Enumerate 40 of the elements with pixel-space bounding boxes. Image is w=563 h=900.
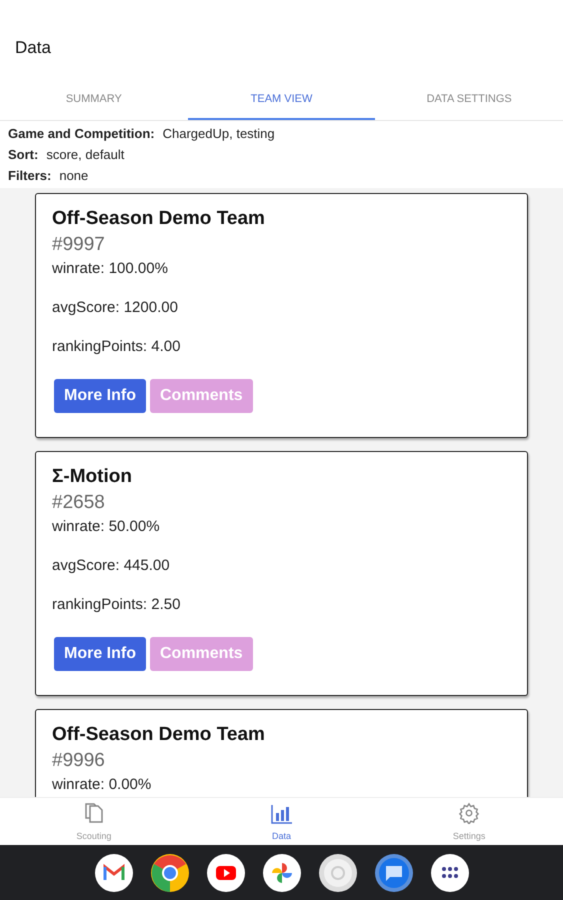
info-value: none (59, 166, 88, 185)
info-label: Game and Competition: (8, 124, 155, 143)
team-name: Σ-Motion (52, 465, 133, 489)
more-info-button[interactable]: More Info (54, 379, 146, 413)
pinwheel-icon[interactable] (262, 854, 300, 892)
documents-icon (84, 802, 104, 824)
team-stat: rankingPoints: 2.50 (52, 595, 180, 615)
nav-item[interactable]: Settings (375, 798, 563, 845)
message-icon[interactable] (374, 854, 412, 892)
tab[interactable]: SUMMARY (0, 80, 188, 120)
comments-button[interactable]: Comments (150, 379, 253, 413)
bar-chart-icon (270, 804, 292, 824)
mail-icon[interactable] (94, 854, 132, 892)
info-label: Filters: (8, 166, 52, 185)
team-name: Off-Season Demo Team (52, 723, 266, 747)
nav-item[interactable]: Scouting (0, 798, 188, 845)
browser-icon[interactable] (150, 854, 188, 892)
team-stat: rankingPoints: 4.00 (52, 337, 180, 357)
team-stat: winrate: 50.00% (52, 517, 160, 537)
settings-icon (458, 802, 480, 824)
circle-icon[interactable] (318, 854, 356, 892)
info-value: score, default (46, 146, 124, 164)
team-number: #9997 (52, 233, 105, 257)
app-title: Data (15, 36, 51, 58)
team-stat: winrate: 0.00% (52, 775, 152, 795)
team-stat: winrate: 100.00% (52, 259, 168, 279)
tab[interactable]: DATA SETTINGS (375, 80, 563, 120)
tab[interactable]: TEAM VIEW (188, 80, 376, 120)
nav-item[interactable]: Data (188, 798, 376, 845)
info-label: Sort: (8, 146, 38, 164)
team-stat: avgScore: 445.00 (52, 556, 170, 576)
comments-button[interactable]: Comments (150, 637, 253, 671)
apps-grid-icon[interactable] (430, 854, 468, 892)
info-value: ChargedUp, testing (162, 124, 275, 143)
video-icon[interactable] (206, 854, 244, 892)
team-name: Off-Season Demo Team (52, 207, 266, 231)
more-info-button[interactable]: More Info (54, 637, 146, 671)
team-stat: avgScore: 1200.00 (52, 298, 178, 318)
team-number: #2658 (52, 491, 105, 515)
team-number: #9996 (52, 749, 105, 773)
